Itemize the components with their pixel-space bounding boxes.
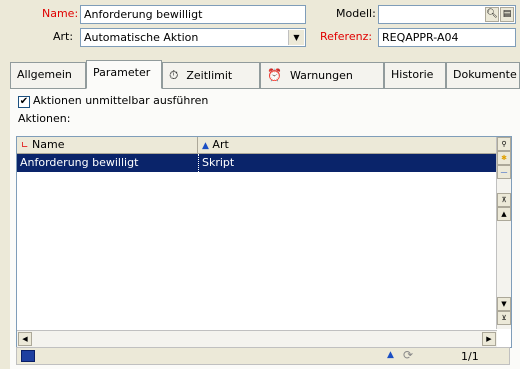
name-field[interactable]: Anforderung bewilligt	[80, 5, 306, 24]
scroll-right-icon[interactable]: ▶	[482, 332, 496, 346]
sort-ascending-icon: ▲	[202, 141, 209, 151]
remove-icon[interactable]: —	[497, 165, 511, 179]
referenz-label: Referenz:	[320, 30, 373, 43]
actions-table[interactable]: ∟ Name ▲ Art Anforderung bewilligt Skrip…	[16, 136, 512, 348]
column-header-name[interactable]: ∟ Name	[17, 137, 198, 154]
tab-warnungen[interactable]: ⏰ Warnungen	[260, 62, 384, 88]
art-label: Art:	[53, 30, 74, 43]
refresh-icon[interactable]: ⟳	[403, 348, 413, 362]
table-row[interactable]: Anforderung bewilligt Skript	[17, 154, 497, 172]
tab-dokumente[interactable]: Dokumente	[446, 62, 520, 88]
page-indicator: 1/1	[461, 350, 479, 363]
status-bar: ▲ ⟳ 1/1	[16, 347, 510, 365]
column-header-art[interactable]: ▲ Art	[198, 137, 497, 154]
table-view-icon[interactable]	[21, 350, 35, 362]
chevron-down-icon[interactable]: ▼	[288, 30, 304, 45]
stopwatch-icon: ⏱	[169, 68, 179, 82]
vertical-scrollbar[interactable]: ⚲ ✱ — ⊼ ▲ ▼ ⊻	[496, 137, 511, 329]
horizontal-scrollbar[interactable]: ◀ ▶	[17, 330, 497, 347]
details-icon[interactable]: ▤	[500, 7, 514, 22]
scroll-up-icon[interactable]: ▲	[497, 207, 511, 221]
actions-label: Aktionen:	[18, 112, 71, 125]
referenz-field[interactable]: REQAPPR-A04	[378, 28, 516, 47]
alarm-clock-icon: ⏰	[267, 68, 282, 82]
name-label: Name:	[42, 7, 79, 20]
scroll-last-icon[interactable]: ⊻	[497, 311, 511, 325]
cell-art: Skript	[198, 154, 497, 172]
art-value: Automatische Aktion	[84, 31, 199, 44]
scroll-left-icon[interactable]: ◀	[18, 332, 32, 346]
tab-parameter[interactable]: Parameter	[86, 60, 162, 89]
add-icon[interactable]: ✱	[497, 151, 511, 165]
cell-name: Anforderung bewilligt	[20, 156, 139, 169]
scroll-first-icon[interactable]: ⊼	[497, 193, 511, 207]
scroll-down-icon[interactable]: ▼	[497, 297, 511, 311]
modell-label: Modell:	[336, 7, 376, 20]
execute-immediately-label: Aktionen unmittelbar ausführen	[33, 94, 209, 107]
tab-allgemein[interactable]: Allgemein	[10, 62, 86, 88]
sort-indicator-icon: ∟	[21, 141, 29, 151]
art-dropdown[interactable]: Automatische Aktion ▼	[80, 28, 306, 47]
search-icon[interactable]: ⚲	[497, 137, 511, 151]
tab-historie[interactable]: Historie	[384, 62, 446, 88]
magnifier-icon[interactable]: 🔍︎	[485, 7, 499, 22]
sort-ascending-icon[interactable]: ▲	[387, 350, 394, 360]
execute-immediately-checkbox[interactable]: ✔	[18, 96, 30, 108]
tab-zeitlimit[interactable]: ⏱ Zeitlimit	[162, 62, 260, 88]
modell-field[interactable]: 🔍︎ ▤	[378, 5, 516, 24]
